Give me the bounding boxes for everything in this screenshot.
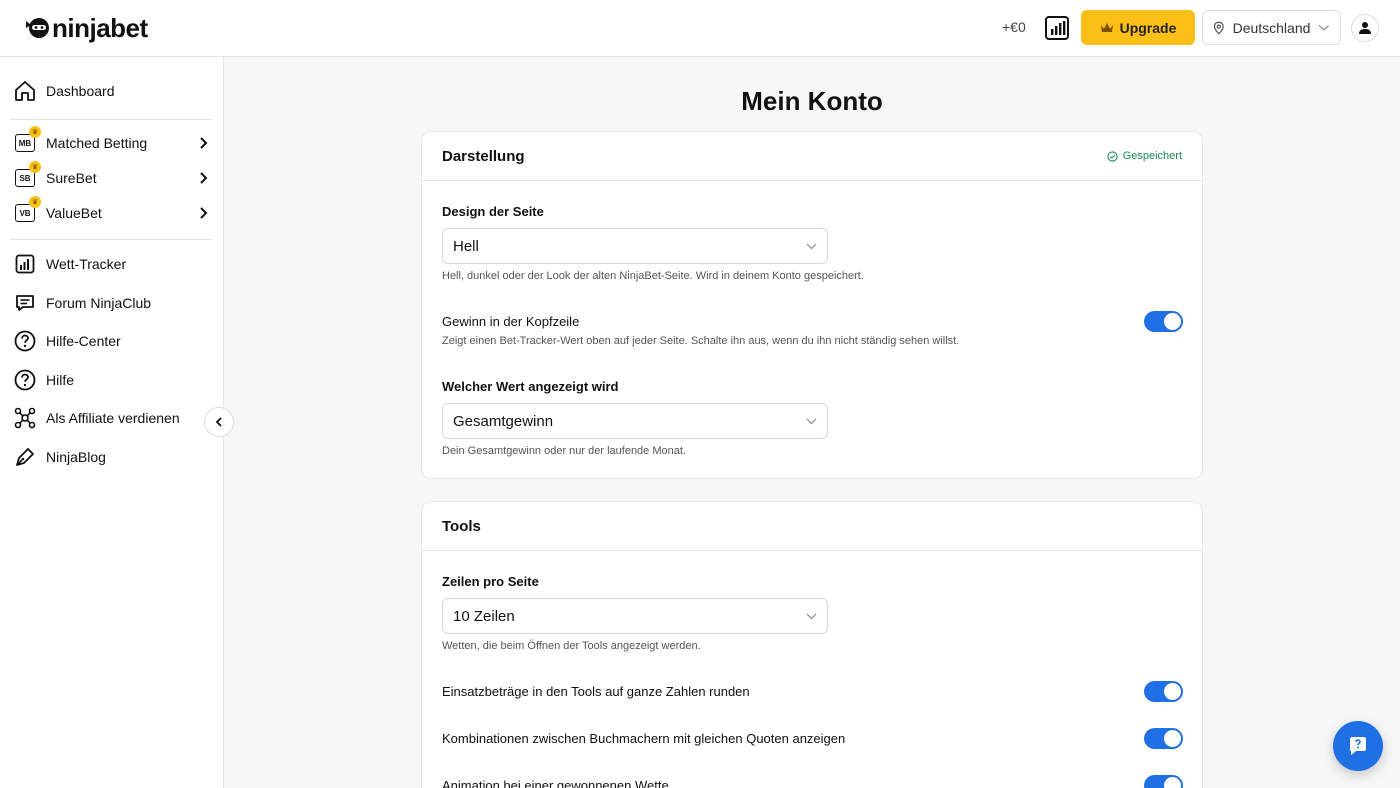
sidebar: Dashboard MB ♛ Matched Betting SB ♛ Sure… — [0, 57, 224, 788]
value-select[interactable]: Gesamtgewinn — [442, 403, 828, 439]
card-header: Tools — [422, 502, 1202, 551]
chevron-left-icon — [215, 417, 222, 427]
toggle-knob — [1164, 313, 1181, 330]
crown-icon — [1100, 22, 1113, 32]
upgrade-button[interactable]: Upgrade — [1081, 10, 1195, 45]
sidebar-item-hilfe[interactable]: Hilfe — [14, 365, 210, 395]
sidebar-item-hilfe-center[interactable]: Hilfe-Center — [14, 326, 210, 356]
card-title: Tools — [442, 517, 481, 535]
sidebar-item-label: ValueBet — [46, 205, 102, 221]
logo-text: ninjabet — [52, 12, 148, 43]
combos-label: Kombinationen zwischen Buchmachern mit g… — [442, 731, 846, 746]
chevron-down-icon — [1318, 24, 1330, 31]
header-balance[interactable]: +€0 — [1002, 19, 1026, 35]
saved-label: Gespeichert — [1122, 150, 1182, 162]
rows-label: Zeilen pro Seite — [442, 574, 539, 589]
sidebar-item-ninjablog[interactable]: NinjaBlog — [14, 442, 210, 472]
pen-icon — [14, 446, 36, 468]
sidebar-item-label: Matched Betting — [46, 135, 148, 151]
network-icon — [14, 407, 36, 429]
toggle-knob — [1164, 730, 1181, 747]
top-header: ninjabet +€0 Upgrade Deutschland — [0, 0, 1400, 57]
country-select[interactable]: Deutschland — [1202, 10, 1341, 45]
crown-icon: ♛ — [29, 196, 41, 208]
logo[interactable]: ninjabet — [24, 12, 148, 44]
chevron-right-icon — [200, 207, 208, 219]
crown-icon: ♛ — [29, 161, 41, 173]
chevron-right-icon — [200, 172, 208, 184]
display-settings-card: Darstellung Gespeichert Design der Seite… — [421, 131, 1203, 479]
help-circle-icon — [14, 369, 36, 391]
sidebar-item-wett-tracker[interactable]: Wett-Tracker — [14, 249, 210, 279]
sidebar-item-label: Hilfe-Center — [46, 333, 121, 349]
home-icon — [14, 80, 36, 102]
animation-toggle[interactable] — [1144, 775, 1183, 788]
animation-label: Animation bei einer gewonnenen Wette — [442, 778, 669, 788]
crown-icon: ♛ — [29, 126, 41, 138]
sidebar-item-matched-betting[interactable]: MB ♛ Matched Betting — [14, 126, 210, 158]
toggle-knob — [1164, 683, 1181, 700]
sidebar-item-surebet[interactable]: SB ♛ SureBet — [14, 161, 210, 193]
chevron-down-icon — [806, 418, 817, 424]
sidebar-item-forum[interactable]: Forum NinjaClub — [14, 288, 210, 318]
help-chat-button[interactable] — [1333, 721, 1383, 771]
help-bubble-icon — [1350, 737, 1366, 755]
design-value: Hell — [453, 237, 479, 255]
tools-settings-card: Tools Zeilen pro Seite 10 Zeilen Wetten,… — [421, 501, 1203, 788]
sidebar-divider — [10, 119, 212, 120]
profit-header-help: Zeigt einen Bet-Tracker-Wert oben auf je… — [442, 335, 960, 347]
avatar[interactable] — [1351, 14, 1379, 42]
design-help: Hell, dunkel oder der Look der alten Nin… — [442, 270, 864, 282]
value-help: Dein Gesamtgewinn oder nur der laufende … — [442, 445, 686, 457]
design-label: Design der Seite — [442, 204, 544, 219]
chart-icon — [14, 253, 36, 275]
toggle-knob — [1164, 777, 1181, 788]
round-label: Einsatzbeträge in den Tools auf ganze Za… — [442, 684, 750, 699]
sidebar-item-label: SureBet — [46, 170, 97, 186]
location-pin-icon — [1213, 21, 1224, 35]
rows-help: Wetten, die beim Öffnen der Tools angeze… — [442, 640, 701, 652]
sidebar-item-valuebet[interactable]: VB ♛ ValueBet — [14, 196, 210, 228]
check-circle-icon — [1107, 150, 1118, 162]
upgrade-label: Upgrade — [1119, 19, 1177, 36]
card-title: Darstellung — [442, 147, 525, 165]
chat-icon — [14, 292, 36, 314]
bar-chart-icon — [1045, 16, 1069, 40]
sidebar-item-label: Dashboard — [46, 83, 115, 99]
combos-toggle[interactable] — [1144, 728, 1183, 749]
rows-value: 10 Zeilen — [453, 607, 515, 625]
vb-badge-icon: VB ♛ — [14, 196, 41, 224]
sidebar-item-label: Als Affiliate verdienen — [46, 410, 180, 426]
sidebar-item-label: Hilfe — [46, 372, 75, 388]
profit-header-toggle[interactable] — [1144, 311, 1183, 332]
sidebar-divider — [10, 239, 212, 240]
help-circle-icon — [14, 330, 36, 352]
profit-header-label: Gewinn in der Kopfzeile — [442, 314, 580, 329]
sidebar-item-dashboard[interactable]: Dashboard — [14, 76, 210, 106]
card-header: Darstellung Gespeichert — [422, 132, 1202, 181]
saved-status: Gespeichert — [1107, 150, 1182, 162]
sidebar-item-label: Wett-Tracker — [46, 256, 127, 272]
chevron-down-icon — [806, 613, 817, 619]
chevron-right-icon — [200, 137, 208, 149]
value-value: Gesamtgewinn — [453, 412, 554, 430]
round-toggle[interactable] — [1144, 681, 1183, 702]
rows-select[interactable]: 10 Zeilen — [442, 598, 828, 634]
sb-badge-icon: SB ♛ — [14, 161, 41, 189]
bet-tracker-button[interactable] — [1044, 15, 1070, 41]
country-label: Deutschland — [1232, 19, 1311, 36]
user-icon — [1359, 22, 1371, 34]
sidebar-collapse-button[interactable] — [204, 407, 234, 437]
sidebar-item-label: NinjaBlog — [46, 449, 106, 465]
page-title: Mein Konto — [741, 86, 883, 116]
sidebar-item-label: Forum NinjaClub — [46, 295, 152, 311]
ninja-logo-icon — [26, 18, 49, 38]
mb-badge-icon: MB ♛ — [14, 126, 41, 154]
design-select[interactable]: Hell — [442, 228, 828, 264]
value-label: Welcher Wert angezeigt wird — [442, 379, 619, 394]
chevron-down-icon — [806, 243, 817, 249]
sidebar-item-affiliate[interactable]: Als Affiliate verdienen — [14, 403, 210, 433]
